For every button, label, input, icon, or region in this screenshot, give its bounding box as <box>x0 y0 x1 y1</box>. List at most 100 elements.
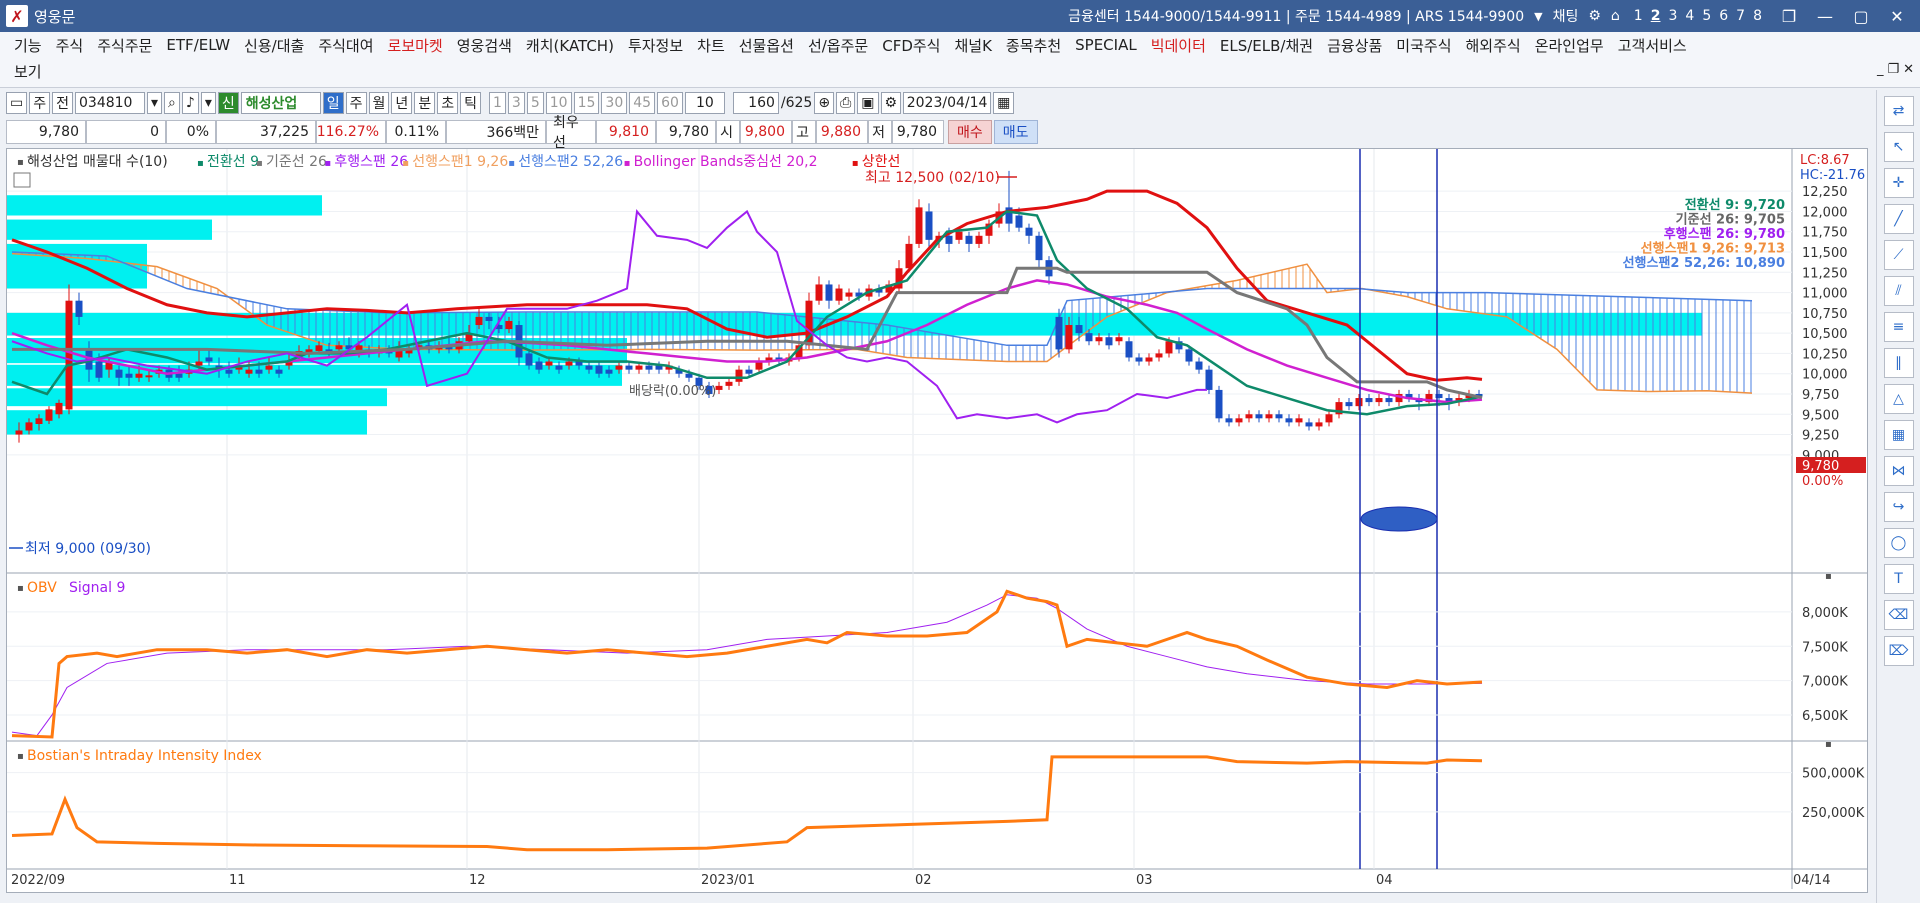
cycle-icon[interactable]: ∥ <box>1883 348 1914 378</box>
arrow-icon[interactable]: ↪ <box>1883 492 1914 522</box>
menu-item-14[interactable]: 채널K <box>954 35 991 56</box>
chart-panel[interactable]: 12,250 12,000 11,750 11,500 11,250 11,000 10,7… <box>6 148 1868 893</box>
eraser-icon[interactable]: ⌫ <box>1883 600 1914 630</box>
interval-button[interactable]: 10 <box>545 92 572 114</box>
menu-item-20[interactable]: 미국주식 <box>1396 35 1451 56</box>
period-button[interactable]: 초 <box>437 92 459 114</box>
period-button[interactable]: 년 <box>391 92 413 114</box>
page-1[interactable]: 1 <box>1634 8 1643 24</box>
indicator-icon[interactable]: ⊕ <box>814 92 835 114</box>
settings-icon[interactable]: ⚙ <box>1588 8 1601 24</box>
buy-button[interactable]: 매수 <box>948 120 992 144</box>
page-7[interactable]: 7 <box>1736 8 1745 24</box>
menu-item-22[interactable]: 온라인업무 <box>1535 35 1604 56</box>
count-input[interactable]: 160 <box>732 92 779 114</box>
menu-item-3[interactable]: ETF/ELW <box>166 36 230 54</box>
line-tool-icon[interactable]: ╱ <box>1883 204 1914 234</box>
minimize-icon[interactable]: — <box>1812 7 1838 26</box>
menu-item-9[interactable]: 투자정보 <box>628 35 683 56</box>
sound-dropdown-icon[interactable]: ▾ <box>200 92 216 114</box>
menu-item-1[interactable]: 주식 <box>56 35 84 56</box>
mdi-restore-icon[interactable]: ❐ <box>1887 62 1899 77</box>
menu-item-23[interactable]: 고객서비스 <box>1618 35 1687 56</box>
candle-body <box>245 369 253 374</box>
stock-chart[interactable]: 12,250 12,000 11,750 11,500 11,250 11,000 10,7… <box>7 149 1867 892</box>
interval-button[interactable]: 45 <box>629 92 656 114</box>
interval-select[interactable]: 10 <box>684 92 725 114</box>
interval-button[interactable]: 1 <box>488 92 506 114</box>
page-8[interactable]: 8 <box>1753 8 1762 24</box>
menu-item-8[interactable]: 캐치(KATCH) <box>526 35 614 56</box>
period-button[interactable]: 월 <box>368 92 390 114</box>
interval-button[interactable]: 5 <box>526 92 544 114</box>
text-tool-icon[interactable]: T <box>1883 564 1914 594</box>
mode-select[interactable]: 주 <box>29 92 51 114</box>
interval-button[interactable]: 30 <box>601 92 628 114</box>
search-icon[interactable]: ⌕ <box>164 92 180 114</box>
menu-item-21[interactable]: 해외주식 <box>1466 35 1521 56</box>
period-button[interactable]: 틱 <box>460 92 481 114</box>
fibonacci-icon[interactable]: ≡ <box>1883 312 1914 342</box>
interval-button[interactable]: 15 <box>573 92 600 114</box>
candle-body <box>585 365 593 370</box>
calendar-icon[interactable]: ▦ <box>993 92 1015 114</box>
menu-item-19[interactable]: 금융상품 <box>1327 35 1382 56</box>
restore-icon[interactable]: ❐ <box>1776 7 1802 26</box>
menu-item-18[interactable]: ELS/ELB/채권 <box>1220 35 1313 56</box>
date-input[interactable]: 2023/04/14 <box>903 92 992 114</box>
menu-item-12[interactable]: 선/옵주문 <box>808 35 868 56</box>
menu-item-2[interactable]: 주식주문 <box>97 35 152 56</box>
stock-name-field[interactable]: 해성산업 <box>240 92 321 114</box>
page-5[interactable]: 5 <box>1702 8 1711 24</box>
channel-icon[interactable]: ⫽ <box>1883 276 1914 306</box>
menu-item-5[interactable]: 주식대여 <box>318 35 373 56</box>
triangle-icon[interactable]: △ <box>1883 384 1914 414</box>
page-4[interactable]: 4 <box>1685 8 1694 24</box>
close-icon[interactable]: ✕ <box>1884 7 1910 26</box>
maximize-icon[interactable]: ▢ <box>1848 7 1874 26</box>
chat-button[interactable]: 채팅 <box>1553 6 1579 26</box>
menu-item-17[interactable]: 빅데이터 <box>1151 35 1206 56</box>
circle-icon[interactable]: ◯ <box>1883 528 1914 558</box>
delete-all-icon[interactable]: ⌦ <box>1883 636 1914 666</box>
page-numbers[interactable]: 12345678 <box>1630 8 1766 24</box>
page-6[interactable]: 6 <box>1719 8 1728 24</box>
page-2[interactable]: 2 <box>1651 8 1661 24</box>
mdi-minimize-icon[interactable]: _ <box>1877 62 1884 77</box>
sell-button[interactable]: 매도 <box>993 120 1038 144</box>
menu-item-11[interactable]: 선물옵션 <box>739 35 794 56</box>
trend-line-icon[interactable]: ⟋ <box>1883 240 1914 270</box>
cursor-icon[interactable]: ↖ <box>1883 132 1914 162</box>
sound-icon[interactable]: ♪ <box>181 92 199 114</box>
menu-item-7[interactable]: 영웅검색 <box>457 35 512 56</box>
layout-icon[interactable]: ▭ <box>6 92 28 114</box>
stock-code-input[interactable]: 034810 <box>75 92 146 114</box>
interval-button[interactable]: 3 <box>507 92 525 114</box>
menu-item-15[interactable]: 종목추천 <box>1006 35 1061 56</box>
info-dropdown-icon[interactable]: ▼ <box>1534 10 1542 23</box>
period-button[interactable]: 일 <box>322 92 344 114</box>
gann-icon[interactable]: ⋈ <box>1883 456 1914 486</box>
save-icon[interactable]: ▣ <box>857 92 879 114</box>
settings-gear-icon[interactable]: ⚙ <box>880 92 902 114</box>
scope-select[interactable]: 전 <box>52 92 74 114</box>
page-3[interactable]: 3 <box>1668 8 1677 24</box>
home-icon[interactable]: ⌂ <box>1611 8 1620 24</box>
menu-item-0[interactable]: 기능 <box>14 35 42 56</box>
menu-item-6[interactable]: 로보마켓 <box>388 35 443 56</box>
menu-item-16[interactable]: SPECIAL <box>1075 36 1137 54</box>
mdi-close-icon[interactable]: ✕ <box>1903 62 1914 77</box>
crosshair-icon[interactable]: ✛ <box>1883 168 1914 198</box>
period-button[interactable]: 주 <box>345 92 367 114</box>
menu-item-10[interactable]: 차트 <box>697 35 725 56</box>
period-button[interactable]: 분 <box>414 92 436 114</box>
menu-item-view[interactable]: 보기 <box>14 61 42 82</box>
menu-item-4[interactable]: 신용/대출 <box>244 35 304 56</box>
print-icon[interactable]: ⎙ <box>836 92 856 114</box>
menu-item-13[interactable]: CFD주식 <box>882 35 940 56</box>
refresh-icon[interactable]: ⇄ <box>1883 96 1914 126</box>
code-dropdown-icon[interactable]: ▾ <box>147 92 163 114</box>
interval-button[interactable]: 60 <box>657 92 683 114</box>
x-tick: 02 <box>915 873 932 888</box>
grid-icon[interactable]: ▦ <box>1883 420 1914 450</box>
